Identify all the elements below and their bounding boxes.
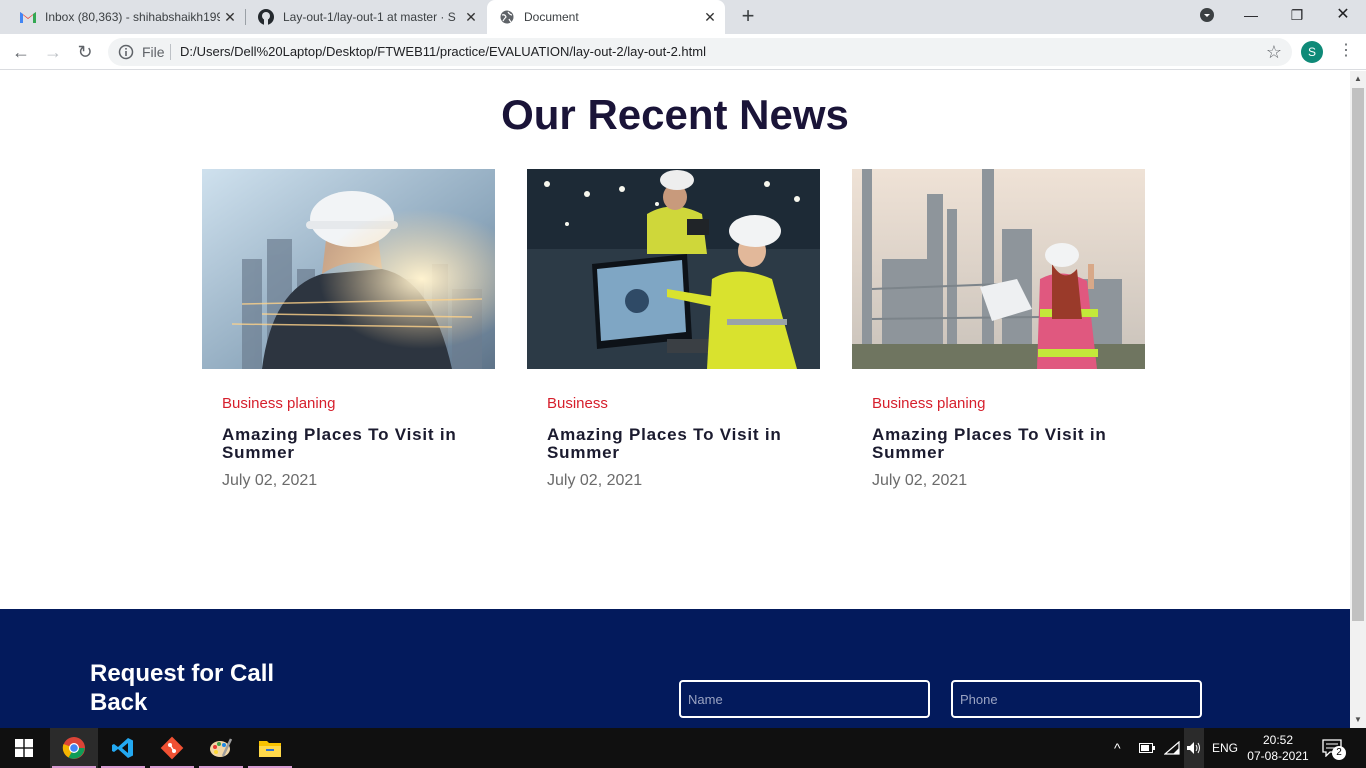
card-headline[interactable]: Amazing Places To Visit in Summer bbox=[547, 426, 800, 462]
construction-worker-city-photo[interactable] bbox=[202, 169, 495, 369]
address-bar[interactable]: File D:/Users/Dell%20Laptop/Desktop/FTWE… bbox=[108, 38, 1292, 66]
file-explorer-icon[interactable] bbox=[246, 728, 294, 768]
callback-heading: Request for Call Back bbox=[90, 660, 275, 716]
engineer-at-refinery-photo[interactable] bbox=[852, 169, 1145, 369]
tab-title: Document bbox=[524, 10, 579, 24]
url-text[interactable]: D:/Users/Dell%20Laptop/Desktop/FTWEB11/p… bbox=[180, 44, 706, 59]
news-card[interactable]: Business Amazing Places To Visit in Summ… bbox=[527, 169, 820, 490]
clock[interactable]: 20:52 07-08-2021 bbox=[1244, 728, 1312, 768]
engineers-at-computer-photo[interactable] bbox=[527, 169, 820, 369]
clock-date: 07-08-2021 bbox=[1247, 749, 1309, 763]
menu-kebab-icon[interactable]: ⋮ bbox=[1338, 40, 1354, 62]
bookmark-star-icon[interactable]: ☆ bbox=[1266, 42, 1282, 63]
browser-toolbar: ← → ↻ File D:/Users/Dell%20Laptop/Deskto… bbox=[0, 34, 1366, 70]
show-hidden-icons-icon[interactable]: ^ bbox=[1114, 728, 1130, 768]
name-field[interactable] bbox=[679, 680, 930, 718]
card-category[interactable]: Business bbox=[547, 395, 820, 412]
new-tab-icon[interactable]: + bbox=[737, 5, 759, 27]
notifications-icon[interactable]: 2 bbox=[1322, 728, 1346, 768]
back-icon[interactable]: ← bbox=[10, 41, 32, 63]
tab-title: Lay-out-1/lay-out-1 at master · S bbox=[283, 10, 456, 24]
paint-icon[interactable] bbox=[197, 728, 245, 768]
language-indicator[interactable]: ENG bbox=[1212, 728, 1238, 768]
card-date: July 02, 2021 bbox=[547, 472, 643, 489]
phone-field[interactable] bbox=[951, 680, 1202, 718]
scroll-up-icon[interactable]: ▲ bbox=[1350, 71, 1366, 87]
tab-document[interactable]: Document ✕ bbox=[487, 0, 725, 34]
chrome-icon[interactable] bbox=[50, 728, 98, 768]
globe-icon bbox=[499, 9, 515, 25]
news-card[interactable]: Business planing Amazing Places To Visit… bbox=[852, 169, 1145, 490]
browser-tab-strip: Inbox (80,363) - shihabshaikh199 ✕ Lay-o… bbox=[0, 0, 1366, 34]
forward-icon[interactable]: → bbox=[42, 41, 64, 63]
news-card[interactable]: Business planing Amazing Places To Visit… bbox=[202, 169, 495, 490]
clock-time: 20:52 bbox=[1262, 733, 1294, 747]
close-tab-icon[interactable]: ✕ bbox=[464, 10, 478, 24]
profile-avatar[interactable]: S bbox=[1301, 41, 1323, 63]
close-tab-icon[interactable]: ✕ bbox=[703, 10, 717, 24]
windows-start-icon[interactable] bbox=[0, 728, 48, 768]
scroll-down-icon[interactable]: ▼ bbox=[1350, 712, 1366, 728]
divider bbox=[170, 44, 171, 60]
scheme-label: File bbox=[142, 44, 165, 60]
info-icon[interactable] bbox=[118, 44, 134, 60]
battery-icon[interactable] bbox=[1139, 728, 1155, 768]
card-date: July 02, 2021 bbox=[872, 472, 968, 489]
card-headline[interactable]: Amazing Places To Visit in Summer bbox=[872, 426, 1125, 462]
tab-github[interactable]: Lay-out-1/lay-out-1 at master · S ✕ bbox=[246, 0, 486, 34]
card-date: July 02, 2021 bbox=[222, 472, 318, 489]
card-category[interactable]: Business planing bbox=[872, 395, 1145, 412]
gmail-icon bbox=[20, 9, 36, 25]
page-title: Our Recent News bbox=[501, 91, 849, 138]
git-icon[interactable] bbox=[148, 728, 196, 768]
vscode-icon[interactable] bbox=[99, 728, 147, 768]
windows-taskbar: ^ ENG 20:52 07-08-2021 2 bbox=[0, 728, 1366, 768]
wifi-icon[interactable] bbox=[1164, 728, 1180, 768]
volume-icon[interactable] bbox=[1184, 728, 1204, 768]
card-headline[interactable]: Amazing Places To Visit in Summer bbox=[222, 426, 475, 462]
github-icon bbox=[258, 9, 274, 25]
close-window-icon[interactable]: ✕ bbox=[1320, 0, 1366, 30]
tab-title: Inbox (80,363) - shihabshaikh199 bbox=[45, 10, 220, 24]
restore-icon[interactable]: ❐ bbox=[1274, 0, 1320, 30]
minimize-icon[interactable]: — bbox=[1228, 0, 1274, 30]
tab-search-icon[interactable] bbox=[1184, 0, 1230, 30]
callback-section: Request for Call Back bbox=[0, 609, 1350, 728]
page-scrollbar[interactable]: ▲ ▼ bbox=[1350, 71, 1366, 728]
scrollbar-thumb[interactable] bbox=[1352, 88, 1364, 621]
reload-icon[interactable]: ↻ bbox=[74, 41, 96, 63]
close-tab-icon[interactable]: ✕ bbox=[223, 10, 237, 24]
notification-count-badge: 2 bbox=[1332, 746, 1346, 760]
card-category[interactable]: Business planing bbox=[222, 395, 495, 412]
tab-gmail[interactable]: Inbox (80,363) - shihabshaikh199 ✕ bbox=[0, 0, 245, 34]
page-viewport: Our Recent News Business planing Amazing… bbox=[0, 71, 1350, 728]
